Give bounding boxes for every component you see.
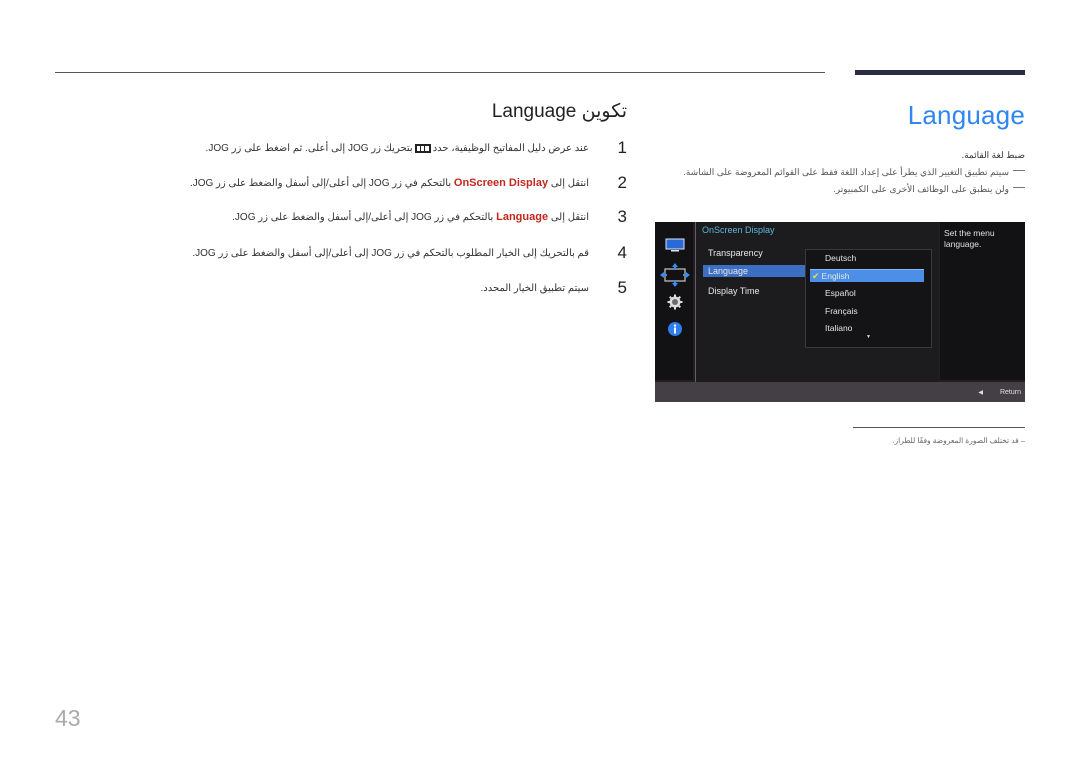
language-option-italiano[interactable]: Italiano — [825, 322, 852, 334]
return-arrow-icon[interactable]: ◀ — [978, 389, 983, 396]
step-text-after: بالتحكم في زر JOG إلى أعلى/إلى أسفل والض… — [232, 211, 494, 223]
note-text: ولن ينطبق على الوظائف الأخرى على الكمبيو… — [833, 184, 1009, 194]
section-title: Language — [907, 100, 1025, 130]
step-text: قم بالتحريك إلى الخيار المطلوب بالتحكم ف… — [192, 247, 589, 259]
section-header-bar — [855, 70, 1025, 75]
step-2: 2 انتقل إلى OnScreen Display بالتحكم في … — [190, 173, 627, 193]
step-highlight: OnScreen Display — [453, 177, 549, 189]
menu-item-language[interactable]: Language — [703, 265, 806, 277]
function-key-grid-icon — [414, 143, 431, 153]
page-number: 43 — [55, 705, 81, 731]
scroll-down-icon[interactable]: ▼ — [866, 334, 871, 340]
step-number: 3 — [617, 207, 627, 226]
osd-icon-sidebar — [655, 222, 693, 380]
osd-footer: ◀ Return — [655, 382, 1025, 402]
step-text: عند عرض دليل المفاتيح الوظيفية، حدد — [432, 142, 589, 154]
step-text: انتقل إلى — [550, 211, 589, 223]
menu-item-display-time[interactable]: Display Time — [708, 285, 806, 297]
footnote-rule — [853, 427, 1025, 428]
info-icon — [668, 322, 682, 336]
step-1: 1 عند عرض دليل المفاتيح الوظيفية، حدد بت… — [206, 138, 627, 158]
return-button[interactable]: Return — [1000, 389, 1021, 396]
description: ضبط لغة القائمة. سيتم تطبيق التغيير الذي… — [655, 150, 1025, 201]
language-option-espanol[interactable]: Español — [825, 287, 856, 299]
note-1: سيتم تطبيق التغيير الذي يطرأ على إعداد ا… — [655, 167, 1025, 178]
step-text-after: بالتحكم في زر JOG إلى أعلى/إلى أسفل والض… — [189, 177, 452, 189]
note-text: سيتم تطبيق التغيير الذي يطرأ على إعداد ا… — [683, 167, 1009, 177]
step-highlight: Language — [496, 211, 549, 223]
osd-title: OnScreen Display — [702, 225, 775, 235]
step-3: 3 انتقل إلى Language بالتحكم في زر JOG إ… — [232, 207, 627, 227]
language-option-english[interactable]: ✔ English — [810, 269, 924, 282]
resize-arrows-icon — [660, 263, 690, 287]
dash-icon — [1013, 170, 1025, 171]
language-option-francais[interactable]: Français — [825, 305, 858, 317]
step-4: 4 قم بالتحريك إلى الخيار المطلوب بالتحكم… — [192, 243, 627, 263]
osd-main-panel: OnScreen Display Transparency Language D… — [695, 222, 939, 382]
step-text: سيتم تطبيق الخيار المحدد. — [480, 282, 589, 294]
checkmark-icon: ✔ — [812, 271, 820, 281]
step-number: 4 — [617, 243, 627, 262]
step-text: انتقل إلى — [550, 177, 589, 189]
steps-title: تكوين Language — [491, 101, 627, 122]
top-rule — [55, 72, 825, 73]
step-number: 1 — [617, 138, 627, 157]
step-number: 5 — [617, 278, 627, 297]
note-2: ولن ينطبق على الوظائف الأخرى على الكمبيو… — [655, 184, 1025, 195]
gear-icon — [667, 294, 683, 310]
osd-help-panel: Set the menu language. — [940, 222, 1025, 380]
language-option-deutsch[interactable]: Deutsch — [825, 252, 856, 264]
language-option-label: English — [821, 271, 850, 281]
step-number: 2 — [617, 173, 627, 192]
step-text-after: بتحريك زر JOG إلى أعلى. ثم اضغط على زر J… — [205, 142, 413, 154]
osd-screenshot: OnScreen Display Transparency Language D… — [655, 222, 1025, 402]
monitor-icon — [665, 238, 685, 252]
menu-item-transparency[interactable]: Transparency — [708, 247, 806, 259]
footnote: – قد تختلف الصورة المعروضة وفقًا للطراز. — [892, 436, 1025, 445]
dash-icon — [1013, 187, 1025, 188]
help-text: Set the menu language. — [944, 228, 995, 249]
language-submenu: Deutsch ✔ English Español Français Italia… — [805, 249, 932, 348]
description-lead: ضبط لغة القائمة. — [961, 150, 1025, 160]
step-5: 5 سيتم تطبيق الخيار المحدد. — [481, 278, 627, 298]
